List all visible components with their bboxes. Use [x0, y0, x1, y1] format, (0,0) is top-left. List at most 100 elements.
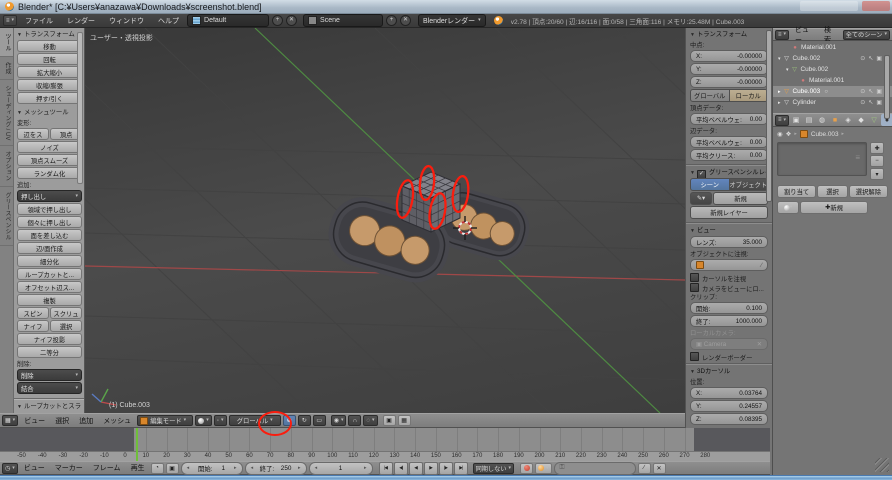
preview-range-icon[interactable]: ◔ — [151, 463, 164, 474]
tab-object[interactable]: ■ — [829, 114, 841, 126]
title-bar[interactable]: Blender* [C:¥Users¥anazawa¥Downloads¥scr… — [0, 0, 892, 14]
selectable-arrow-icon[interactable]: ↖ — [868, 55, 873, 62]
scale-button[interactable]: 拡大縮小 — [17, 66, 82, 78]
visibility-eye-icon[interactable]: ⊙ — [860, 55, 865, 62]
scene-selector[interactable]: Scene — [303, 14, 383, 27]
extrude-region-button[interactable]: 領域で押し出し — [17, 203, 82, 215]
tab-tools[interactable]: ツール — [0, 28, 13, 57]
new-layer-button[interactable]: 新規レイヤー — [690, 206, 768, 219]
median-z-field[interactable]: Z:-0.00000 — [690, 76, 768, 88]
frame-start-field[interactable]: ◂開始:1▸ — [181, 462, 243, 475]
gp-draw-dropdown[interactable]: ✎▾ — [690, 192, 712, 205]
add-layout-button[interactable]: + — [272, 15, 283, 26]
jump-to-end-button[interactable]: ▶| — [454, 462, 468, 475]
eyedropper-icon[interactable]: ∕ — [761, 262, 762, 269]
frame-end-field[interactable]: ◂終了:250▸ — [245, 462, 307, 475]
prev-keyframe-button[interactable]: ◀| — [394, 462, 408, 475]
windows-taskbar-edge[interactable] — [0, 475, 892, 480]
shrink-fatten-button[interactable]: 収縮/膨張 — [17, 79, 82, 91]
panel-header-meshtools[interactable]: ▼メッシュツール — [17, 108, 82, 118]
menu-render[interactable]: レンダー — [61, 16, 101, 26]
window-resize-grip[interactable] — [875, 458, 889, 472]
lock-camera-checkbox[interactable]: カメラをビューにロ... — [690, 283, 768, 292]
tab-world[interactable]: ◍ — [816, 114, 828, 126]
editor-type-properties-icon[interactable]: ≡▾ — [775, 115, 789, 126]
lock-object-field[interactable]: ∕ — [690, 259, 768, 271]
tab-mesh-data[interactable]: ▽ — [868, 114, 880, 126]
delete-layout-button[interactable]: ✕ — [286, 15, 297, 26]
screw-button[interactable]: スクリュ — [50, 307, 82, 319]
screen-layout-selector[interactable]: Default — [187, 14, 269, 27]
selectable-arrow-icon[interactable]: ↖ — [868, 88, 873, 95]
current-frame-field[interactable]: ◂1▸ — [309, 462, 373, 475]
snap-element-dropdown[interactable]: ◌▾ — [363, 415, 377, 426]
knife-select-button[interactable]: 選択 — [50, 320, 82, 332]
randomize-button[interactable]: ランダム化 — [17, 167, 82, 179]
edge-slide-button[interactable]: 辺をス — [17, 128, 49, 140]
add-slot-button[interactable]: ✚ — [870, 142, 884, 154]
expander-icon[interactable]: ▸ — [778, 89, 781, 95]
cursor-z-field[interactable]: Z:0.08395 — [690, 413, 768, 425]
translate-button[interactable]: 移動 — [17, 40, 82, 52]
delete-keyframes-icon[interactable]: ✕ — [653, 463, 666, 474]
panel-header-loopcut[interactable]: ▼ループカットとスラ — [17, 402, 82, 412]
clip-end-field[interactable]: 終了:1000.000 — [690, 315, 768, 327]
render-engine-selector[interactable]: Blenderレンダー ▾ — [418, 14, 486, 27]
tool-shelf-scrollbar[interactable] — [77, 32, 83, 184]
delete-dropdown[interactable]: 削除▾ — [17, 369, 82, 381]
play-reverse-button[interactable]: ◀ — [409, 462, 423, 475]
gp-scene-toggle[interactable]: シーン — [690, 178, 730, 191]
render-camera-icon[interactable]: ▣ — [876, 99, 882, 106]
knife-button[interactable]: ナイフ — [17, 320, 49, 332]
expander-icon[interactable]: ▸ — [778, 100, 781, 106]
viewport-3d[interactable]: ユーザー・透視投影 (1) Cube.003 — [85, 28, 685, 413]
timeline-menu-marker[interactable]: マーカー — [51, 463, 87, 473]
deselect-button[interactable]: 選択解除 — [849, 185, 888, 198]
menu-file[interactable]: ファイル — [19, 16, 59, 26]
selectable-arrow-icon[interactable]: ↖ — [868, 99, 873, 106]
expander-icon[interactable]: ▾ — [778, 56, 781, 62]
next-keyframe-button[interactable]: |▶ — [439, 462, 453, 475]
vertex-bevel-weight-field[interactable]: 平均ベベルウェ:0.00 — [690, 113, 768, 125]
gp-object-toggle[interactable]: オブジェクト — [730, 178, 769, 191]
inset-faces-button[interactable]: 面を差し込む — [17, 229, 82, 241]
edge-crease-field[interactable]: 平均クリース:0.00 — [690, 149, 768, 161]
assign-button[interactable]: 割り当て — [777, 185, 816, 198]
outliner-row-material[interactable]: ●Material.001 — [773, 75, 892, 86]
tab-options[interactable]: オプション — [0, 146, 13, 187]
vertex-smooth-button[interactable]: 頂点スムーズ — [17, 154, 82, 166]
active-keying-set-field[interactable]: ⚿ — [554, 462, 636, 475]
local-toggle[interactable]: ローカル — [730, 89, 769, 102]
delete-scene-button[interactable]: ✕ — [400, 15, 411, 26]
shading-dropdown[interactable]: ▾ — [195, 415, 212, 426]
play-button[interactable]: ▶ — [424, 462, 438, 475]
material-browse-dropdown[interactable]: ▾ — [777, 201, 799, 214]
menu-select[interactable]: 選択 — [51, 416, 73, 426]
slot-specials-dropdown[interactable]: ▾ — [870, 168, 884, 180]
select-button[interactable]: 選択 — [817, 185, 848, 198]
jump-to-start-button[interactable]: |◀ — [379, 462, 393, 475]
tab-create[interactable]: 作成 — [0, 57, 13, 80]
mode-dropdown[interactable]: 編集モード ▾ — [137, 415, 193, 426]
timeline-track[interactable] — [0, 428, 770, 451]
push-pull-button[interactable]: 押す/引く — [17, 92, 82, 104]
lock-cursor-checkbox[interactable]: カーソルを注視 — [690, 273, 768, 282]
extrude-dropdown[interactable]: 押し出し▾ — [17, 190, 82, 202]
subdivide-button[interactable]: 細分化 — [17, 255, 82, 267]
make-edge-face-button[interactable]: 辺/面作成 — [17, 242, 82, 254]
insert-keyframes-icon[interactable]: ∕ — [638, 463, 651, 474]
tab-scene[interactable]: ▤ — [803, 114, 815, 126]
render-border-checkbox[interactable]: レンダーボーダー — [690, 352, 768, 361]
extrude-individual-button[interactable]: 個々に押し出し — [17, 216, 82, 228]
menu-mesh[interactable]: メッシュ — [99, 416, 135, 426]
outliner-row-material[interactable]: ●Material.001 — [773, 42, 892, 53]
editor-type-3dview-icon[interactable]: ▦▾ — [2, 415, 18, 426]
auto-keyframe-record-button[interactable] — [520, 463, 533, 474]
outliner-filter-dropdown[interactable]: 全てのシーン▾ — [843, 30, 890, 40]
material-slot-list[interactable]: ≡ — [777, 142, 867, 176]
pin-icon[interactable]: ◉ — [777, 130, 783, 138]
tab-shading-uv[interactable]: シェーディング / UV — [0, 80, 13, 146]
panel-header-transform[interactable]: ▼トランスフォーム — [690, 30, 768, 40]
timeline-menu-playback[interactable]: 再生 — [127, 463, 149, 473]
checkbox-checked-icon[interactable]: ✓ — [697, 170, 706, 178]
